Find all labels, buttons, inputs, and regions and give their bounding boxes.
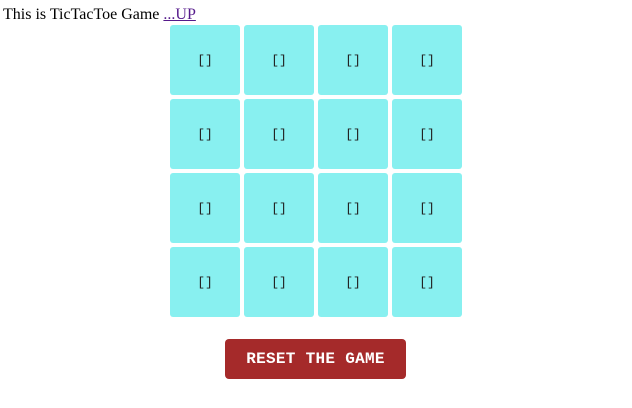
board-cell[interactable]: [] xyxy=(318,173,388,243)
board-cell[interactable]: [] xyxy=(170,247,240,317)
board-cell[interactable]: [] xyxy=(392,99,462,169)
page-header: This is TicTacToe Game ...UP xyxy=(3,6,196,24)
board-cell[interactable]: [] xyxy=(244,99,314,169)
board-cell[interactable]: [] xyxy=(318,247,388,317)
header-text: This is TicTacToe Game xyxy=(3,6,164,23)
board-cell[interactable]: [] xyxy=(392,25,462,95)
up-link[interactable]: ...UP xyxy=(163,6,195,23)
game-board: [] [] [] [] [] [] [] [] [] [] [] [] [] [… xyxy=(170,25,462,317)
board-cell[interactable]: [] xyxy=(392,173,462,243)
board-cell[interactable]: [] xyxy=(318,25,388,95)
tictactoe-page: This is TicTacToe Game ...UP [] [] [] []… xyxy=(0,0,632,408)
board-cell[interactable]: [] xyxy=(392,247,462,317)
board-cell[interactable]: [] xyxy=(170,25,240,95)
board-cell[interactable]: [] xyxy=(244,247,314,317)
board-cell[interactable]: [] xyxy=(318,99,388,169)
board-cell[interactable]: [] xyxy=(170,99,240,169)
board-cell[interactable]: [] xyxy=(244,25,314,95)
board-cell[interactable]: [] xyxy=(244,173,314,243)
reset-game-button[interactable]: RESET THE GAME xyxy=(225,339,406,379)
board-cell[interactable]: [] xyxy=(170,173,240,243)
